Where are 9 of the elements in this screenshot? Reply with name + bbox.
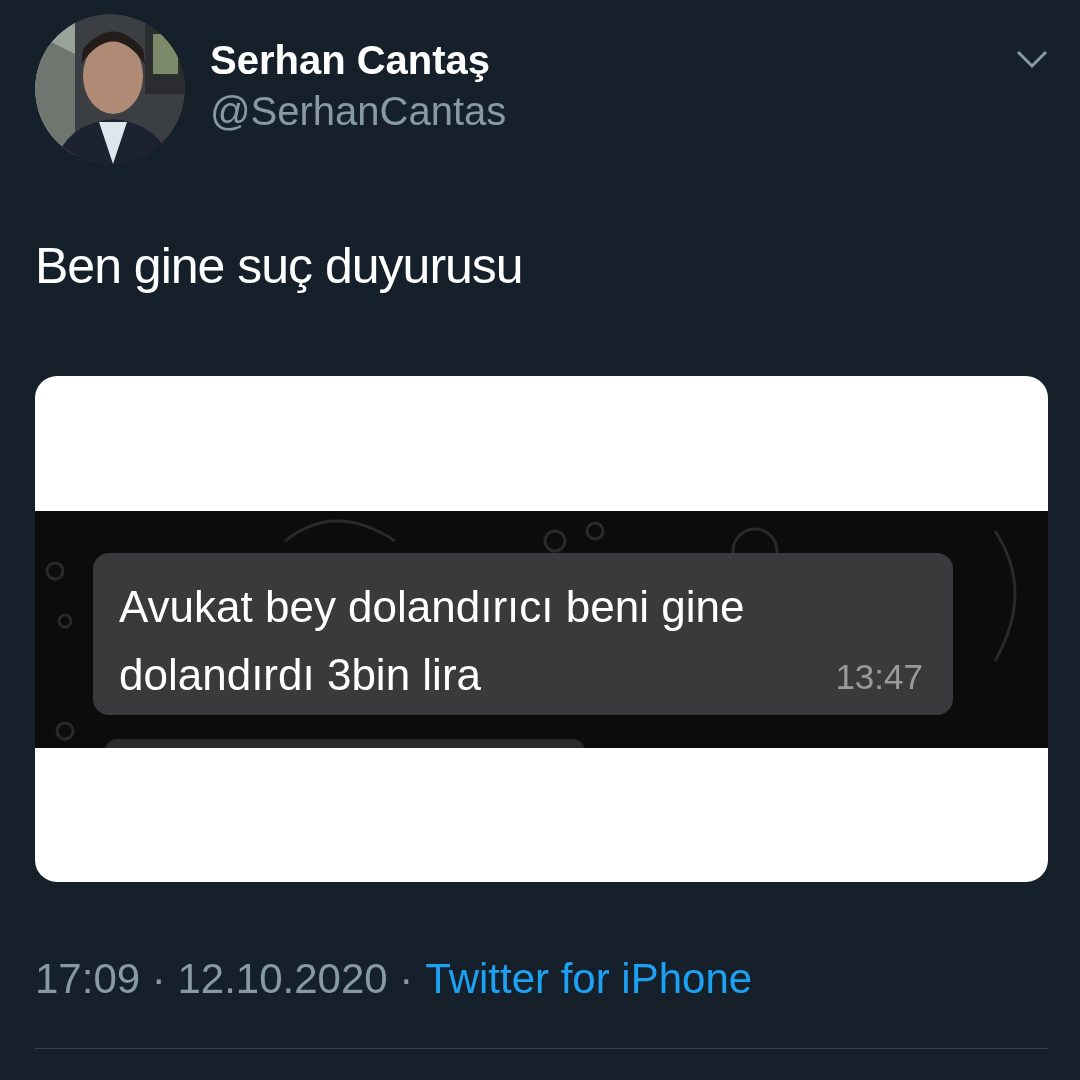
author-handle[interactable]: @SerhanCantas <box>210 84 1016 138</box>
message-text: Avukat bey dolandırıcı beni gine dolandırdı 3bin lira <box>119 580 746 701</box>
tweet-timestamp: 17:09 · 12.10.2020 · <box>35 955 414 1002</box>
author-name[interactable]: Serhan Cantaş <box>210 36 1016 84</box>
source-link[interactable]: Twitter for iPhone <box>425 955 753 1002</box>
media-card[interactable]: Avukat bey dolandırıcı beni gine dolandırdı 3bin lira 13:47 <box>35 376 1048 882</box>
message-time: 13:47 <box>835 656 923 697</box>
chevron-down-icon[interactable] <box>1016 50 1048 68</box>
tweet-text: Ben gine suç duyurusu <box>35 237 524 296</box>
